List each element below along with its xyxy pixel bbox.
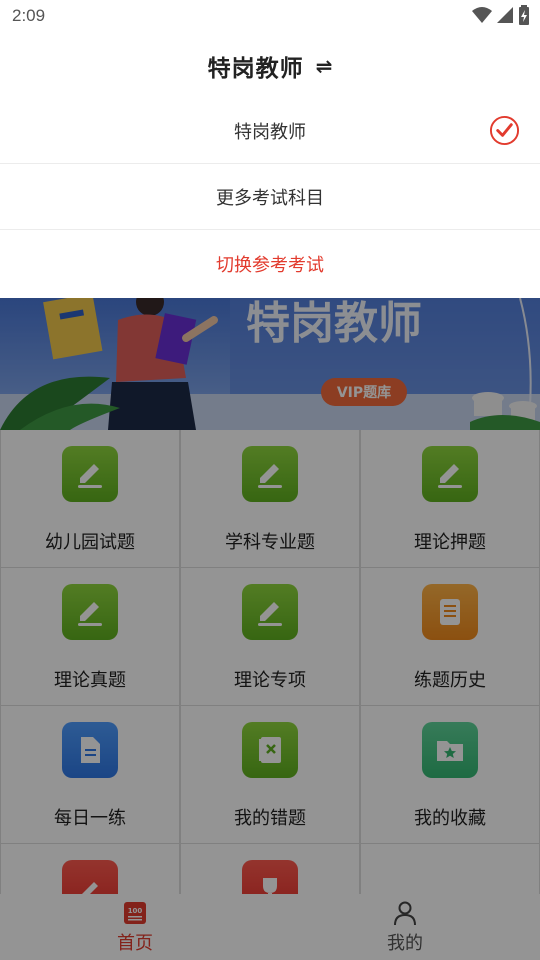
exam-dropdown: 特岗教师 更多考试科目 切换参考考试 (0, 98, 540, 297)
modal-overlay[interactable] (0, 298, 540, 960)
wifi-icon (472, 7, 492, 23)
status-icons (472, 5, 530, 25)
check-circle-icon (489, 115, 520, 146)
status-time: 2:09 (12, 6, 46, 25)
status-bar: 2:09 (0, 0, 540, 34)
dropdown-item-label: 更多考试科目 (216, 187, 324, 209)
page-header: 特岗教师 ⇌ (0, 34, 540, 98)
page-title[interactable]: 特岗教师 (208, 49, 304, 83)
dropdown-item-switch-exam[interactable]: 切换参考考试 (0, 230, 540, 297)
battery-icon (519, 5, 529, 25)
signal-icon (497, 7, 513, 23)
dropdown-item-label: 切换参考考试 (216, 254, 324, 276)
switch-icon[interactable]: ⇌ (316, 54, 333, 78)
dropdown-item-label: 特岗教师 (234, 121, 306, 143)
dropdown-item-current-exam[interactable]: 特岗教师 (0, 98, 540, 164)
dropdown-item-more-subjects[interactable]: 更多考试科目 (0, 164, 540, 230)
